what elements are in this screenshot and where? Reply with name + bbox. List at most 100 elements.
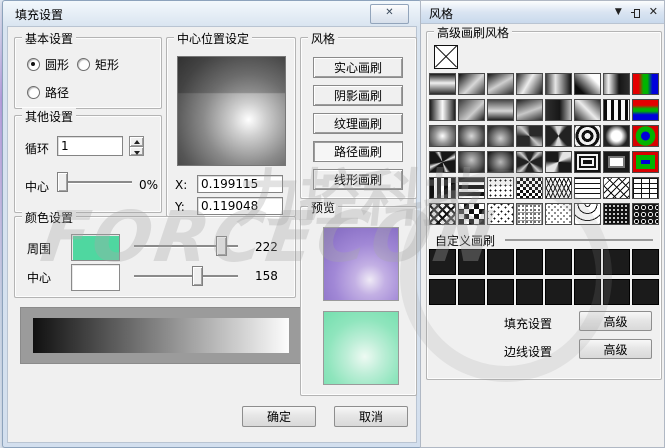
brush-cell-burst-x-3-28[interactable]	[545, 151, 572, 173]
brush-cell-circles-dense-47[interactable]	[632, 203, 659, 225]
brush-cell-grad-v-edge-6[interactable]	[603, 73, 630, 95]
brush-cell-rgb-square-31[interactable]	[632, 151, 659, 173]
brush-cell-wave-links-45[interactable]	[574, 203, 601, 225]
brush-cell-custom-5[interactable]	[574, 249, 601, 275]
brush-type-button-2[interactable]: 纹理画刷	[313, 113, 403, 134]
brush-cell-grad-diag-5-13[interactable]	[574, 99, 601, 121]
radio-circle-icon[interactable]	[27, 86, 40, 99]
brush-cell-custom-8[interactable]	[429, 279, 456, 305]
brush-type-button-0[interactable]: 实心画刷	[313, 57, 403, 78]
loop-spinner	[129, 136, 144, 156]
brush-cell-custom-14[interactable]	[603, 279, 630, 305]
edge-advanced-button[interactable]: 高级	[579, 339, 652, 359]
around-color-slider[interactable]	[133, 236, 239, 256]
brush-cell-custom-10[interactable]	[487, 279, 514, 305]
brush-cell-custom-13[interactable]	[574, 279, 601, 305]
slider-thumb[interactable]	[57, 172, 68, 192]
brush-cell-grad-h-band-0[interactable]	[429, 73, 456, 95]
brush-cell-rings-circle-21[interactable]	[574, 125, 601, 147]
center-slider[interactable]	[57, 172, 133, 192]
loop-label: 循环	[25, 140, 49, 157]
brush-cell-no-fill[interactable]	[434, 45, 458, 69]
brush-cell-rgb-horizontal-15[interactable]	[632, 99, 659, 121]
brush-cell-custom-12[interactable]	[545, 279, 572, 305]
y-input[interactable]	[197, 197, 283, 215]
radio-option-0[interactable]: 圆形	[27, 56, 69, 73]
brush-cell-custom-6[interactable]	[603, 249, 630, 275]
brush-cell-cross-scatter-42[interactable]	[487, 203, 514, 225]
brush-cell-burst-x-soft-19[interactable]	[516, 125, 543, 147]
brush-cell-custom-7[interactable]	[632, 249, 659, 275]
brush-cell-circle-white-22[interactable]	[603, 125, 630, 147]
brush-cell-checker-dense-35[interactable]	[516, 177, 543, 199]
panel-close-icon[interactable]: ✕	[649, 4, 658, 20]
slider-thumb[interactable]	[192, 266, 203, 286]
brush-cell-custom-9[interactable]	[458, 279, 485, 305]
brush-cell-custom-0[interactable]	[429, 249, 456, 275]
center-color-slider[interactable]	[133, 266, 239, 286]
brush-cell-grad-v-band-8[interactable]	[429, 99, 456, 121]
cancel-button[interactable]: 取消	[334, 406, 408, 427]
brush-cell-square-white-30[interactable]	[603, 151, 630, 173]
brush-cell-zigzag-36[interactable]	[545, 177, 572, 199]
brush-cell-grad-h-dark-12[interactable]	[545, 99, 572, 121]
brush-cell-brick-wall-39[interactable]	[632, 177, 659, 199]
brush-cell-radial-deep-26[interactable]	[487, 151, 514, 173]
radio-option-2[interactable]: 路径	[27, 84, 69, 101]
brush-cell-star-4-24[interactable]	[429, 151, 456, 173]
brush-cell-stripes-vertical-14[interactable]	[603, 99, 630, 121]
center-color-swatch[interactable]	[71, 264, 120, 291]
brush-cell-grad-diag-1-1[interactable]	[458, 73, 485, 95]
brush-cell-radial-low-18[interactable]	[487, 125, 514, 147]
spinner-down-button[interactable]	[129, 147, 144, 157]
slider-thumb[interactable]	[216, 236, 227, 256]
x-input[interactable]	[197, 175, 283, 193]
brush-cell-dots-sparse-34[interactable]	[487, 177, 514, 199]
brush-cell-dots-inverse-46[interactable]	[603, 203, 630, 225]
brush-cell-grad-diag-4-11[interactable]	[516, 99, 543, 121]
brush-cell-grid-dots-43[interactable]	[516, 203, 543, 225]
brush-cell-grad-diag-3-9[interactable]	[458, 99, 485, 121]
brush-cell-custom-3[interactable]	[516, 249, 543, 275]
brush-cell-diamond-dots-44[interactable]	[545, 203, 572, 225]
brush-cell-custom-15[interactable]	[632, 279, 659, 305]
brush-cell-rings-square-29[interactable]	[574, 151, 601, 173]
brush-cell-grad-vert-2-10[interactable]	[487, 99, 514, 121]
panel-menu-icon[interactable]: ▼	[615, 4, 622, 20]
brush-cell-grad-diag-split-5[interactable]	[574, 73, 601, 95]
brush-cell-dash-horizontal-32[interactable]	[429, 177, 456, 199]
around-color-swatch[interactable]	[71, 234, 120, 261]
pin-icon[interactable]	[631, 8, 640, 17]
brush-cell-custom-2[interactable]	[487, 249, 514, 275]
fill-advanced-button[interactable]: 高级	[579, 311, 652, 331]
brush-cell-burst-x-2-27[interactable]	[516, 151, 543, 173]
brush-cell-grad-v-1-4[interactable]	[545, 73, 572, 95]
brush-cell-custom-1[interactable]	[458, 249, 485, 275]
brush-cell-custom-11[interactable]	[516, 279, 543, 305]
brush-cell-brick-diagonal-38[interactable]	[603, 177, 630, 199]
brush-cell-weave-diagonal-40[interactable]	[429, 203, 456, 225]
dialog-close-button[interactable]: ✕	[370, 4, 409, 24]
brush-cell-radial-center-16[interactable]	[429, 125, 456, 147]
loop-input[interactable]	[57, 136, 123, 156]
brush-cell-grad-diag-band-3[interactable]	[516, 73, 543, 95]
brush-cell-radial-soft-17[interactable]	[458, 125, 485, 147]
brush-type-button-3[interactable]: 路径画刷	[313, 141, 403, 162]
brush-cell-checker-blocks-41[interactable]	[458, 203, 485, 225]
spinner-up-button[interactable]	[129, 136, 144, 147]
brush-cell-waves-37[interactable]	[574, 177, 601, 199]
brush-cell-dash-vertical-33[interactable]	[458, 177, 485, 199]
brush-cell-grad-diag-2-2[interactable]	[487, 73, 514, 95]
brush-cell-rgb-vertical-7[interactable]	[632, 73, 659, 95]
brush-type-button-4[interactable]: 线形画刷	[313, 169, 403, 190]
radio-circle-icon[interactable]	[77, 58, 90, 71]
brush-cell-burst-x-20[interactable]	[545, 125, 572, 147]
brush-cell-radial-top-25[interactable]	[458, 151, 485, 173]
radio-circle-icon[interactable]	[27, 58, 40, 71]
brush-type-button-1[interactable]: 阴影画刷	[313, 85, 403, 106]
brush-cell-rgb-circle-23[interactable]	[632, 125, 659, 147]
brush-cell-custom-4[interactable]	[545, 249, 572, 275]
ok-button[interactable]: 确定	[242, 406, 316, 427]
center-position-preview[interactable]	[177, 56, 286, 166]
radio-option-1[interactable]: 矩形	[77, 56, 119, 73]
